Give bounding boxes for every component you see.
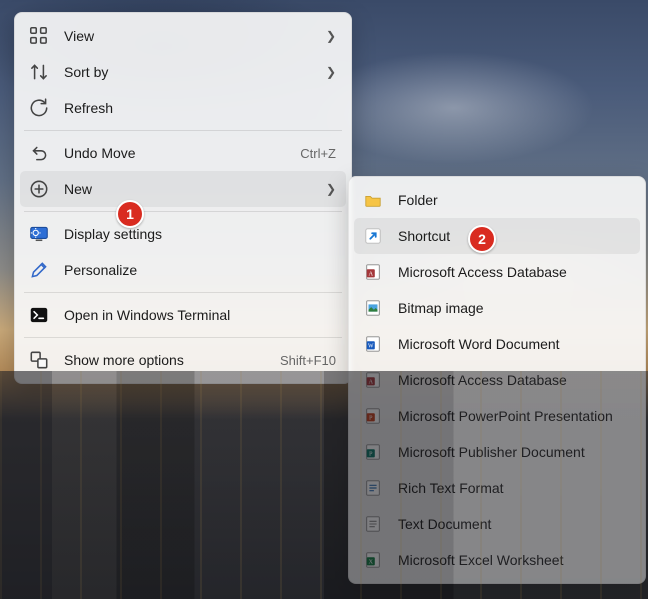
menu-label: Show more options (64, 352, 280, 368)
callout-badge-2: 2 (468, 225, 496, 253)
menu-label: Microsoft Excel Worksheet (398, 552, 630, 568)
menu-label: Microsoft Access Database (398, 264, 630, 280)
submenu-item-rtf[interactable]: Rich Text Format (354, 470, 640, 506)
submenu-item-text[interactable]: Text Document (354, 506, 640, 542)
menu-label: Folder (398, 192, 630, 208)
menu-label: Text Document (398, 516, 630, 532)
menu-item-more-options[interactable]: Show more options Shift+F10 (20, 342, 346, 378)
menu-item-display-settings[interactable]: Display settings (20, 216, 346, 252)
excel-icon: X (362, 549, 384, 571)
publisher-icon: P (362, 441, 384, 463)
menu-label: View (64, 28, 318, 44)
chevron-right-icon: ❯ (326, 65, 336, 79)
menu-label: Personalize (64, 262, 336, 278)
submenu-item-shortcut[interactable]: Shortcut (354, 218, 640, 254)
menu-label: Open in Windows Terminal (64, 307, 336, 323)
menu-label: Microsoft PowerPoint Presentation (398, 408, 630, 424)
menu-label: Bitmap image (398, 300, 630, 316)
menu-label: New (64, 181, 318, 197)
access-icon: A (362, 369, 384, 391)
chevron-right-icon: ❯ (326, 29, 336, 43)
submenu-item-excel[interactable]: X Microsoft Excel Worksheet (354, 542, 640, 578)
svg-text:A: A (368, 271, 373, 278)
menu-label: Undo Move (64, 145, 300, 161)
separator (24, 292, 342, 293)
text-icon (362, 513, 384, 535)
terminal-icon (28, 304, 50, 326)
menu-label: Rich Text Format (398, 480, 630, 496)
word-icon: W (362, 333, 384, 355)
bitmap-icon (362, 297, 384, 319)
desktop-background: View ❯ Sort by ❯ Refresh (0, 0, 648, 599)
menu-label: Display settings (64, 226, 336, 242)
personalize-icon (28, 259, 50, 281)
menu-item-new[interactable]: New ❯ (20, 171, 346, 207)
menu-label: Microsoft Access Database (398, 372, 630, 388)
shortcut-icon (362, 225, 384, 247)
svg-text:X: X (368, 559, 373, 566)
submenu-item-folder[interactable]: Folder (354, 182, 640, 218)
menu-label: Microsoft Word Document (398, 336, 630, 352)
view-icon (28, 25, 50, 47)
menu-label: Microsoft Publisher Document (398, 444, 630, 460)
sort-icon (28, 61, 50, 83)
callout-badge-1: 1 (116, 200, 144, 228)
rtf-icon (362, 477, 384, 499)
svg-text:A: A (368, 379, 373, 386)
desktop-context-menu: View ❯ Sort by ❯ Refresh (14, 12, 352, 384)
menu-item-sort[interactable]: Sort by ❯ (20, 54, 346, 90)
chevron-right-icon: ❯ (326, 182, 336, 196)
menu-label: Refresh (64, 100, 336, 116)
more-options-icon (28, 349, 50, 371)
menu-accelerator: Ctrl+Z (300, 146, 336, 161)
refresh-icon (28, 97, 50, 119)
svg-text:W: W (368, 344, 374, 350)
menu-item-personalize[interactable]: Personalize (20, 252, 346, 288)
display-settings-icon (28, 223, 50, 245)
menu-accelerator: Shift+F10 (280, 353, 336, 368)
submenu-item-access[interactable]: A Microsoft Access Database (354, 362, 640, 398)
menu-item-view[interactable]: View ❯ (20, 18, 346, 54)
menu-item-refresh[interactable]: Refresh (20, 90, 346, 126)
new-icon (28, 178, 50, 200)
submenu-item-access[interactable]: A Microsoft Access Database (354, 254, 640, 290)
menu-item-undo[interactable]: Undo Move Ctrl+Z (20, 135, 346, 171)
powerpoint-icon: P (362, 405, 384, 427)
submenu-item-powerpoint[interactable]: P Microsoft PowerPoint Presentation (354, 398, 640, 434)
new-submenu: Folder Shortcut A Microsoft Access Datab… (348, 176, 646, 584)
svg-text:P: P (369, 415, 373, 422)
submenu-item-publisher[interactable]: P Microsoft Publisher Document (354, 434, 640, 470)
separator (24, 130, 342, 131)
undo-icon (28, 142, 50, 164)
submenu-item-word[interactable]: W Microsoft Word Document (354, 326, 640, 362)
menu-item-terminal[interactable]: Open in Windows Terminal (20, 297, 346, 333)
access-icon: A (362, 261, 384, 283)
menu-label: Sort by (64, 64, 318, 80)
separator (24, 337, 342, 338)
separator (24, 211, 342, 212)
folder-icon (362, 189, 384, 211)
svg-text:P: P (369, 451, 373, 458)
submenu-item-bitmap[interactable]: Bitmap image (354, 290, 640, 326)
menu-label: Shortcut (398, 228, 630, 244)
